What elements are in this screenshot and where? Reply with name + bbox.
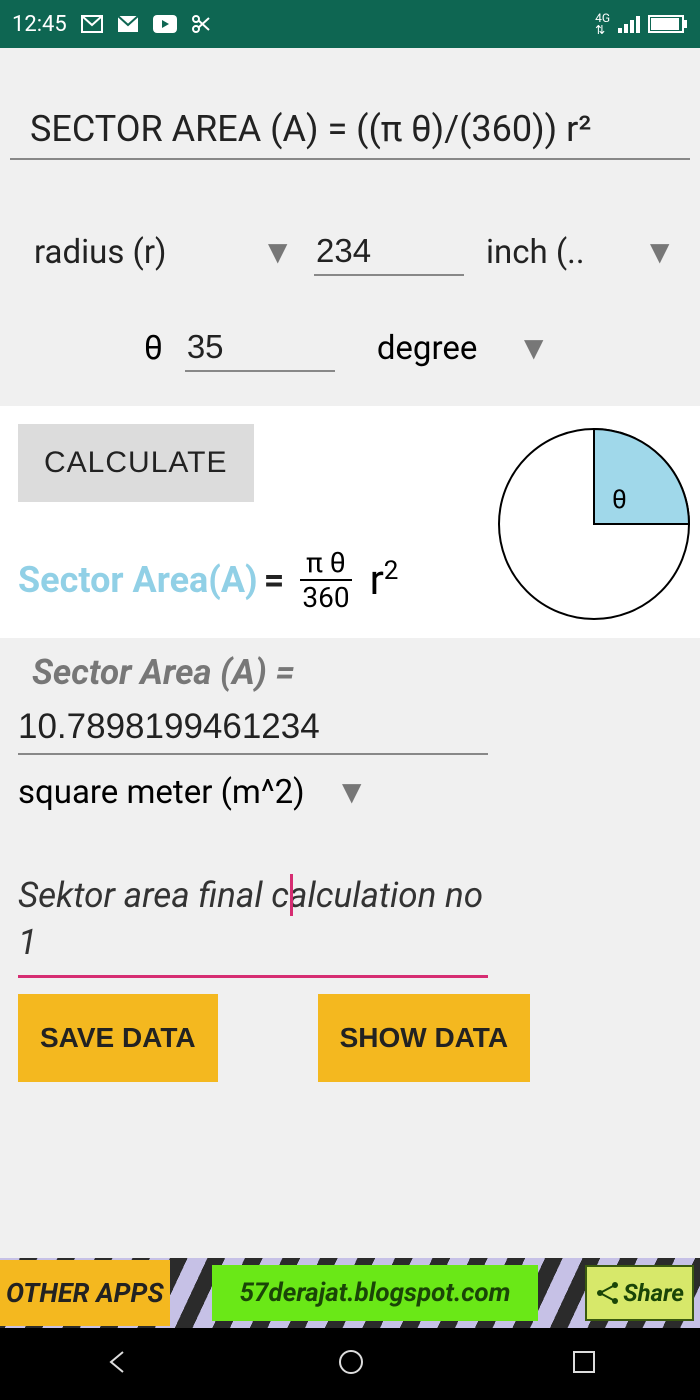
- network-4g-icon: 4G⇅: [595, 12, 610, 36]
- chevron-down-icon: ▼: [261, 233, 294, 272]
- theta-unit-label: degree: [377, 329, 478, 368]
- result-unit-select[interactable]: square meter (m^2) ▼: [18, 773, 368, 812]
- theta-unit-select[interactable]: degree ▼: [377, 329, 557, 368]
- share-button[interactable]: Share: [585, 1265, 694, 1321]
- chevron-down-icon: ▼: [643, 233, 676, 272]
- radius-input[interactable]: [314, 228, 464, 276]
- calculate-button[interactable]: CALCULATE: [18, 424, 254, 502]
- text-cursor: [290, 874, 293, 916]
- save-data-button[interactable]: SAVE DATA: [18, 994, 218, 1082]
- youtube-icon: [153, 15, 177, 33]
- back-button[interactable]: [103, 1348, 131, 1380]
- recent-button[interactable]: [571, 1349, 597, 1379]
- radius-unit-select[interactable]: inch (.. ▼: [486, 233, 676, 272]
- formula-title: SECTOR AREA (A) = ((π θ)/(360)) r²: [10, 108, 690, 160]
- theta-label: θ: [144, 329, 163, 368]
- status-bar: 12:45 4G⇅: [0, 0, 700, 48]
- gmail-icon: [117, 15, 139, 33]
- radius-unit-label: inch (..: [486, 233, 585, 272]
- status-time: 12:45: [12, 12, 67, 37]
- signal-icon: [618, 15, 640, 33]
- show-data-button[interactable]: SHOW DATA: [318, 994, 531, 1082]
- battery-icon: [648, 14, 688, 34]
- gmail-outline-icon: [81, 15, 103, 33]
- sector-diagram: θ: [494, 424, 694, 624]
- share-icon: [595, 1280, 621, 1306]
- home-button[interactable]: [336, 1347, 366, 1381]
- bottom-bar: OTHER APPS 57derajat.blogspot.com Share: [0, 1258, 700, 1328]
- scissors-icon: [191, 14, 211, 34]
- formula-render: Sector Area(A) = π θ 360 r2: [18, 546, 484, 614]
- android-nav-bar: [0, 1328, 700, 1400]
- radius-param-select[interactable]: radius (r) ▼: [34, 233, 294, 272]
- result-label: Sector Area (A) =: [32, 652, 690, 693]
- theta-input[interactable]: [185, 324, 335, 372]
- blog-link[interactable]: 57derajat.blogspot.com: [212, 1265, 539, 1321]
- chevron-down-icon: ▼: [517, 329, 550, 368]
- result-unit-label: square meter (m^2): [18, 773, 305, 812]
- note-input[interactable]: Sektor area final calculation no 1: [18, 872, 488, 978]
- other-apps-button[interactable]: OTHER APPS: [0, 1260, 170, 1326]
- radius-param-label: radius (r): [34, 233, 167, 272]
- chevron-down-icon: ▼: [335, 773, 368, 812]
- svg-text:θ: θ: [612, 485, 627, 515]
- result-value[interactable]: [18, 693, 488, 755]
